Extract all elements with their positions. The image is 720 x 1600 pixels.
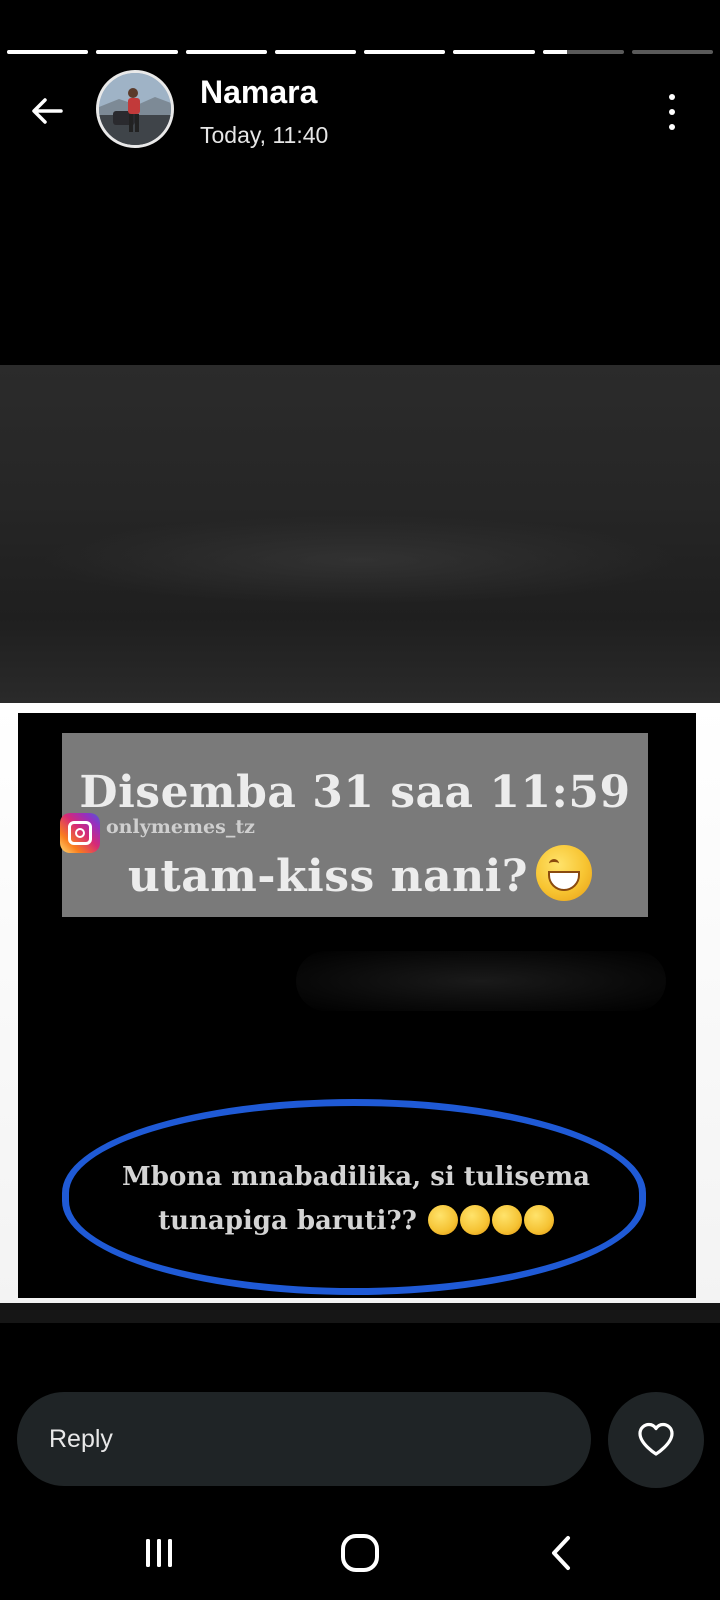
rofl-emoji-icon [491, 1205, 522, 1235]
meme-image: Disemba 31 saa 11:59 utam-kiss nani? onl… [18, 713, 696, 1298]
image-frame: Disemba 31 saa 11:59 utam-kiss nani? onl… [0, 703, 720, 1303]
progress-segment [364, 50, 446, 54]
grinning-emoji-icon [427, 1205, 458, 1235]
progress-segment [631, 50, 713, 54]
headline-line-2: utam-kiss nani? [62, 845, 648, 902]
progress-segment [7, 50, 89, 54]
status-progress-bar [7, 50, 713, 54]
comment-text: Mbona mnabadilika, si tulisema tunapiga … [78, 1155, 634, 1243]
instagram-watermark: onlymemes_tz [60, 813, 255, 853]
more-vertical-icon [669, 94, 675, 100]
system-navigation-bar [0, 1510, 720, 1600]
status-header: Namara Today, 11:40 [0, 70, 720, 150]
heart-icon [638, 1422, 674, 1456]
progress-segment-fill [185, 50, 267, 54]
headline-line-1: Disemba 31 saa 11:59 [79, 767, 631, 818]
blurred-region [296, 951, 666, 1011]
progress-segment-fill [364, 50, 446, 54]
avatar-photo [99, 73, 171, 145]
media-bottom-edge [0, 1303, 720, 1323]
progress-segment-fill [7, 50, 89, 54]
progress-segment [542, 50, 624, 54]
progress-segment-fill [542, 50, 567, 54]
arrow-left-icon [32, 98, 63, 124]
progress-segment [274, 50, 356, 54]
avatar[interactable] [96, 70, 174, 148]
grinning-emoji-icon [536, 845, 593, 901]
progress-segment-fill [453, 50, 535, 54]
back-chevron-icon [552, 1536, 570, 1570]
more-options-button[interactable] [654, 90, 690, 134]
progress-segment [185, 50, 267, 54]
blurred-background [0, 365, 720, 703]
system-back-button[interactable] [532, 1528, 592, 1578]
progress-segment [96, 50, 178, 54]
status-media[interactable]: Disemba 31 saa 11:59 utam-kiss nani? onl… [0, 365, 720, 1323]
status-timestamp: Today, 11:40 [200, 122, 329, 148]
contact-name[interactable]: Namara [200, 74, 317, 111]
comment-line-1: Mbona mnabadilika, si tulisema [122, 1162, 590, 1192]
reply-placeholder: Reply [49, 1424, 113, 1453]
home-button[interactable] [330, 1528, 390, 1578]
reply-input[interactable]: Reply [17, 1392, 591, 1486]
like-button[interactable] [608, 1392, 704, 1488]
home-icon [341, 1534, 379, 1572]
recents-icon [146, 1539, 172, 1567]
back-button[interactable] [24, 88, 70, 134]
recents-button[interactable] [129, 1528, 189, 1578]
progress-segment-fill [274, 50, 356, 54]
instagram-icon [60, 813, 100, 853]
instagram-handle: onlymemes_tz [106, 816, 255, 838]
comment-line-2: tunapiga baruti?? [78, 1199, 634, 1243]
grinning-emoji-icon [459, 1205, 490, 1235]
rofl-emoji-icon [523, 1205, 554, 1235]
progress-segment [453, 50, 535, 54]
progress-segment-fill [96, 50, 178, 54]
